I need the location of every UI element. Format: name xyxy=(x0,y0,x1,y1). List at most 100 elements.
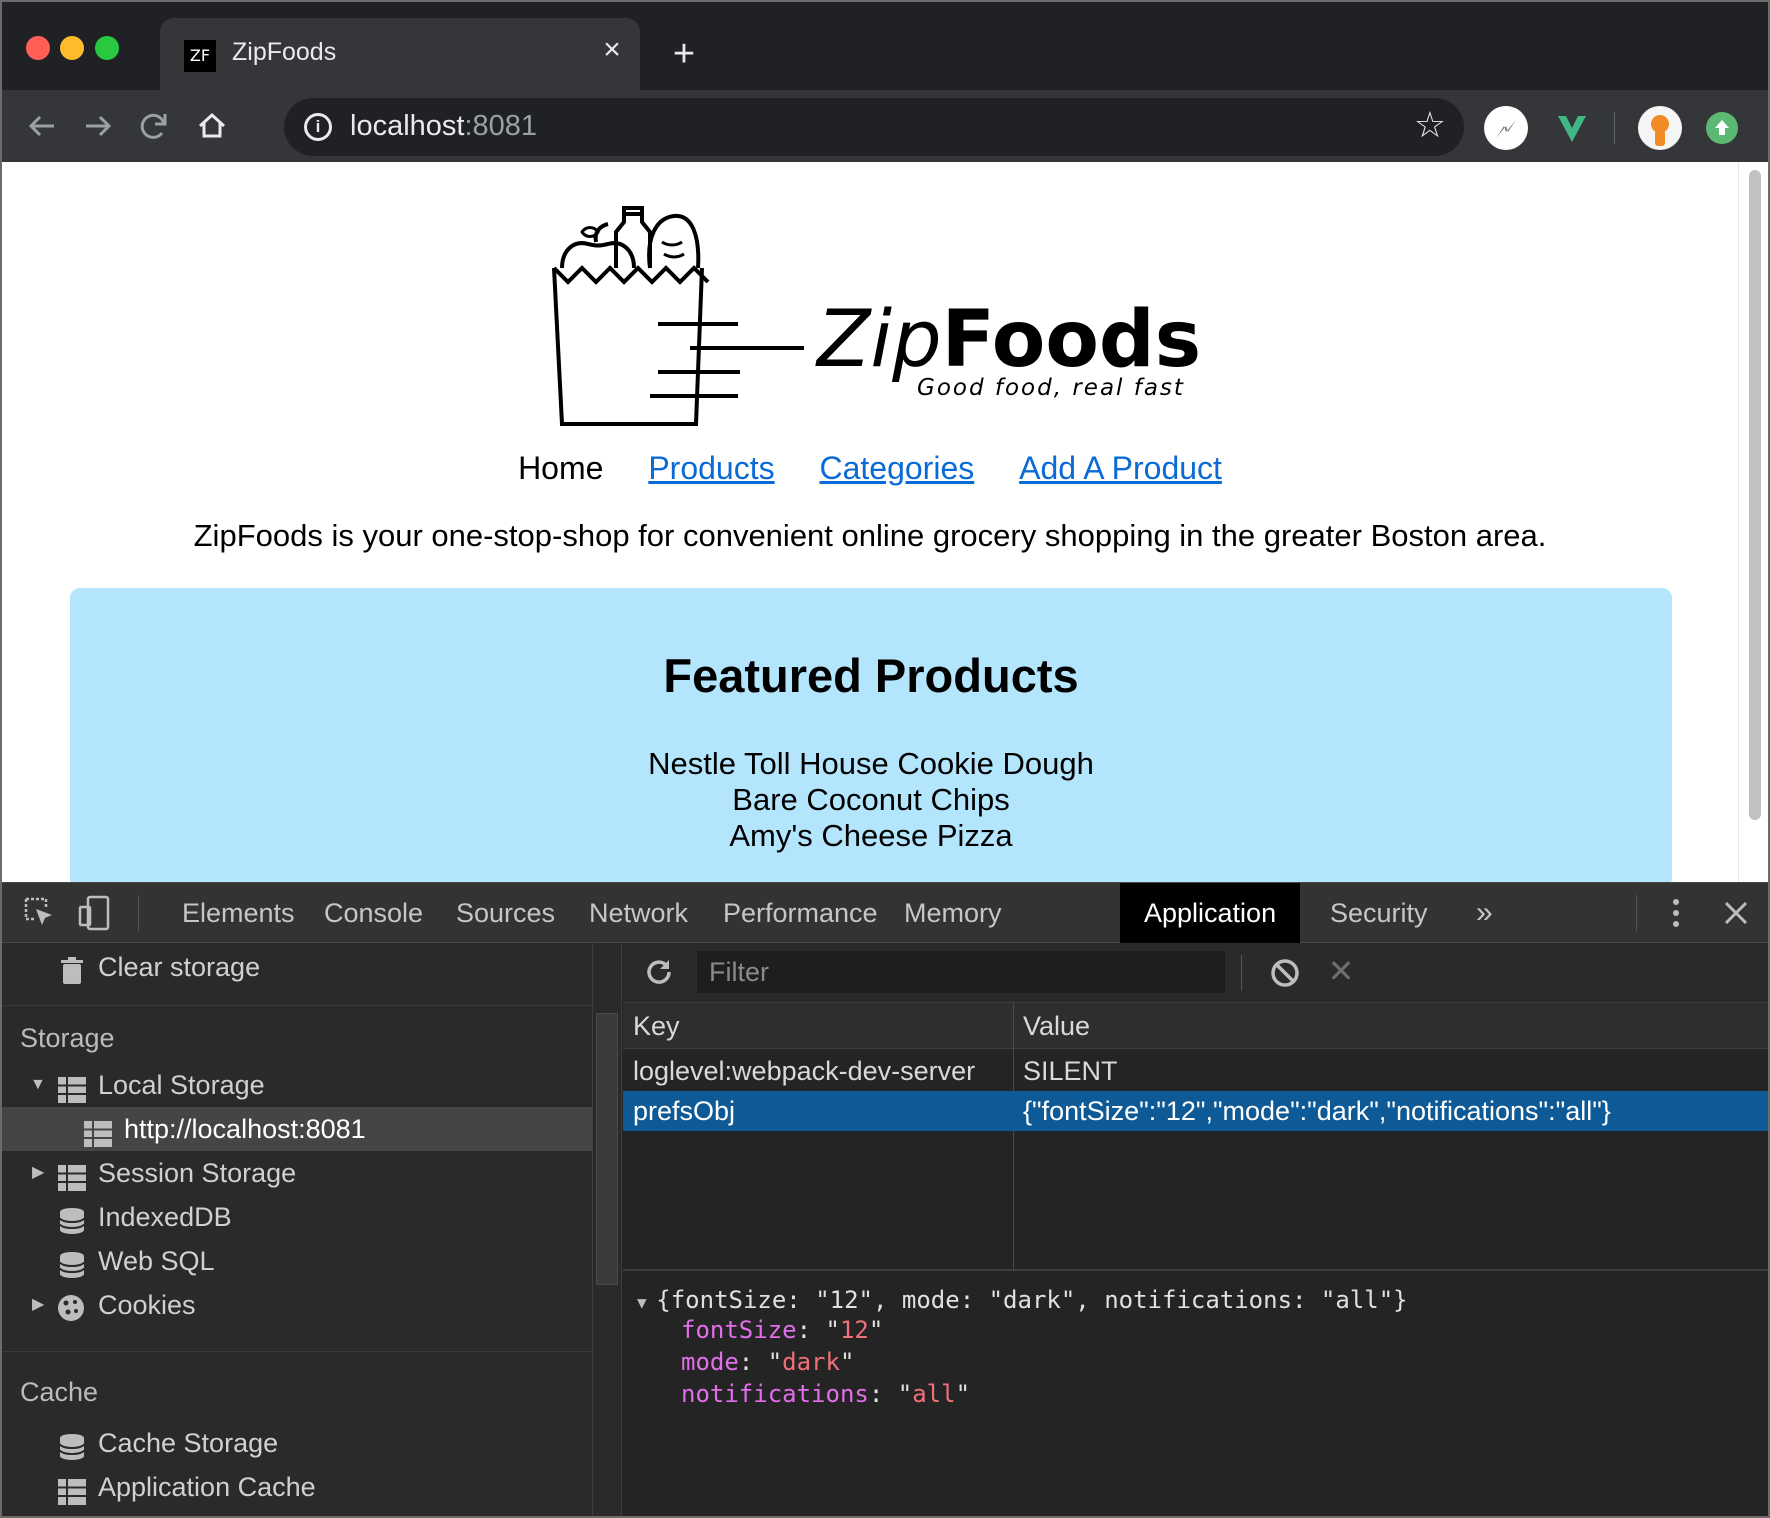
kebab-menu-icon[interactable] xyxy=(1656,893,1696,933)
key-column-header[interactable]: Key xyxy=(633,1006,680,1046)
reload-icon[interactable] xyxy=(132,104,176,148)
home-icon[interactable] xyxy=(190,104,234,148)
storage-table: Key Value loglevel:webpack-dev-server SI… xyxy=(623,1003,1768,1271)
tab-application[interactable]: Application xyxy=(1120,883,1301,943)
clear-all-icon[interactable] xyxy=(1267,955,1303,991)
sidebar-item-websql[interactable]: Web SQL xyxy=(2,1239,592,1283)
tab-security[interactable]: Security xyxy=(1306,883,1452,943)
filter-input[interactable] xyxy=(697,951,1225,993)
tab-title: ZipFoods xyxy=(232,38,337,66)
expand-right-icon[interactable]: ▶ xyxy=(32,1151,44,1195)
sidebar-item-cookies[interactable]: ▶ Cookies xyxy=(2,1283,592,1327)
new-tab-icon[interactable]: + xyxy=(664,34,704,74)
devtools-panel: Elements Console Sources Network Perform… xyxy=(2,882,1768,1516)
back-icon[interactable] xyxy=(20,104,64,148)
table-icon xyxy=(58,1474,86,1505)
minimize-window-button[interactable] xyxy=(60,36,84,60)
profile-avatar[interactable] xyxy=(1638,106,1682,150)
info-icon[interactable]: i xyxy=(304,113,332,141)
tabbar-separator xyxy=(1636,895,1637,931)
bookmark-star-icon[interactable]: ☆ xyxy=(1414,104,1446,146)
filter-toolbar: ✕ xyxy=(623,943,1768,1003)
vue-devtools-icon[interactable] xyxy=(1550,106,1594,150)
table-header: Key Value xyxy=(623,1003,1768,1049)
clear-storage-item[interactable]: Clear storage xyxy=(2,945,592,989)
prop-key: fontSize xyxy=(681,1316,797,1344)
nav-categories-link[interactable]: Categories xyxy=(819,450,974,486)
table-row-selected[interactable]: prefsObj {"fontSize":"12","mode":"dark",… xyxy=(623,1091,1768,1131)
close-devtools-icon[interactable] xyxy=(1716,893,1756,933)
nav-home[interactable]: Home xyxy=(518,450,603,486)
toolbar-separator xyxy=(1614,112,1615,144)
sidebar-scrollbar-thumb[interactable] xyxy=(596,1013,618,1285)
column-separator[interactable] xyxy=(1013,1003,1014,1271)
preview-prop: fontSize: "12" xyxy=(681,1316,884,1344)
nav-add-product-link[interactable]: Add A Product xyxy=(1019,450,1222,486)
storage-panel: ✕ Key Value loglevel:webpack-dev-server … xyxy=(623,943,1768,1516)
value-column-header[interactable]: Value xyxy=(1023,1006,1090,1046)
update-icon[interactable] xyxy=(1706,112,1738,144)
sidebar-item-local-storage[interactable]: ▼ Local Storage xyxy=(2,1063,592,1107)
table-row[interactable]: loglevel:webpack-dev-server SILENT xyxy=(623,1051,1768,1091)
indexeddb-label: IndexedDB xyxy=(98,1202,232,1232)
preview-summary: {fontSize: "12", mode: "dark", notificat… xyxy=(656,1286,1408,1314)
local-storage-label: Local Storage xyxy=(98,1070,265,1100)
expand-right-icon[interactable]: ▶ xyxy=(32,1283,44,1327)
featured-list: Nestle Toll House Cookie Dough Bare Coco… xyxy=(70,746,1672,854)
featured-item: Amy's Cheese Pizza xyxy=(729,818,1013,853)
close-tab-icon[interactable]: × xyxy=(594,32,630,68)
tab-memory[interactable]: Memory xyxy=(880,883,1026,943)
nav-products-link[interactable]: Products xyxy=(648,450,774,486)
cookie-icon xyxy=(56,1292,84,1321)
sidebar-scrollbar[interactable] xyxy=(592,943,622,1516)
expand-down-icon[interactable]: ▼ xyxy=(30,1063,46,1107)
sidebar-divider xyxy=(2,1351,592,1352)
address-bar[interactable]: i localhost:8081 ☆ xyxy=(284,98,1464,156)
tab-network[interactable]: Network xyxy=(565,883,712,943)
sidebar-item-local-storage-origin[interactable]: http://localhost:8081 xyxy=(2,1107,592,1151)
prop-key: notifications xyxy=(681,1380,869,1408)
refresh-icon[interactable] xyxy=(641,955,677,991)
browser-window: ZF ZipFoods × + i localhost:8081 ☆ ZipFo… xyxy=(0,0,1770,1518)
extension-lightning-icon[interactable] xyxy=(1484,106,1528,150)
url-host: localhost xyxy=(350,110,465,142)
featured-item: Bare Coconut Chips xyxy=(732,782,1010,817)
title-bar: ZF ZipFoods × + xyxy=(2,2,1768,90)
favicon: ZF xyxy=(184,40,216,72)
inspect-element-icon[interactable] xyxy=(20,893,60,933)
tab-sources[interactable]: Sources xyxy=(432,883,579,943)
filterbar-separator xyxy=(1241,955,1242,991)
application-cache-label: Application Cache xyxy=(98,1472,316,1502)
sidebar-item-application-cache[interactable]: Application Cache xyxy=(2,1465,592,1509)
sidebar-divider xyxy=(2,1005,592,1006)
grocery-bag-logo-icon xyxy=(552,206,804,426)
preview-prop: notifications: "all" xyxy=(681,1380,971,1408)
delete-selected-icon[interactable]: ✕ xyxy=(1323,953,1359,989)
row-value: SILENT xyxy=(1023,1056,1118,1086)
tabbar-separator xyxy=(138,895,139,931)
tab-elements[interactable]: Elements xyxy=(158,883,319,943)
page-scrollbar[interactable] xyxy=(1738,162,1768,882)
sidebar-item-indexeddb[interactable]: IndexedDB xyxy=(2,1195,592,1239)
page-scrollbar-thumb[interactable] xyxy=(1749,170,1761,820)
clear-storage-label: Clear storage xyxy=(98,952,261,982)
device-toolbar-icon[interactable] xyxy=(76,893,116,933)
storage-section-header: Storage xyxy=(20,1023,115,1053)
close-window-button[interactable] xyxy=(26,36,50,60)
browser-tab[interactable]: ZF ZipFoods × xyxy=(160,18,640,90)
forward-icon[interactable] xyxy=(76,104,120,148)
tab-performance[interactable]: Performance xyxy=(699,883,902,943)
preview-prop: mode: "dark" xyxy=(681,1348,855,1376)
tab-console[interactable]: Console xyxy=(300,883,447,943)
sidebar-item-session-storage[interactable]: ▶ Session Storage xyxy=(2,1151,592,1195)
sidebar-item-cache-storage[interactable]: Cache Storage xyxy=(2,1421,592,1465)
trash-icon xyxy=(58,954,86,984)
browser-toolbar: i localhost:8081 ☆ xyxy=(2,90,1768,162)
expand-down-icon[interactable]: ▼ xyxy=(637,1293,656,1312)
database-icon xyxy=(58,1430,86,1460)
prop-value: 12 xyxy=(839,1316,869,1344)
maximize-window-button[interactable] xyxy=(95,36,119,60)
devtools-tabbar: Elements Console Sources Network Perform… xyxy=(2,883,1768,943)
more-tabs-icon[interactable]: » xyxy=(1452,883,1517,943)
brand-name: ZipFoods xyxy=(817,294,1201,385)
